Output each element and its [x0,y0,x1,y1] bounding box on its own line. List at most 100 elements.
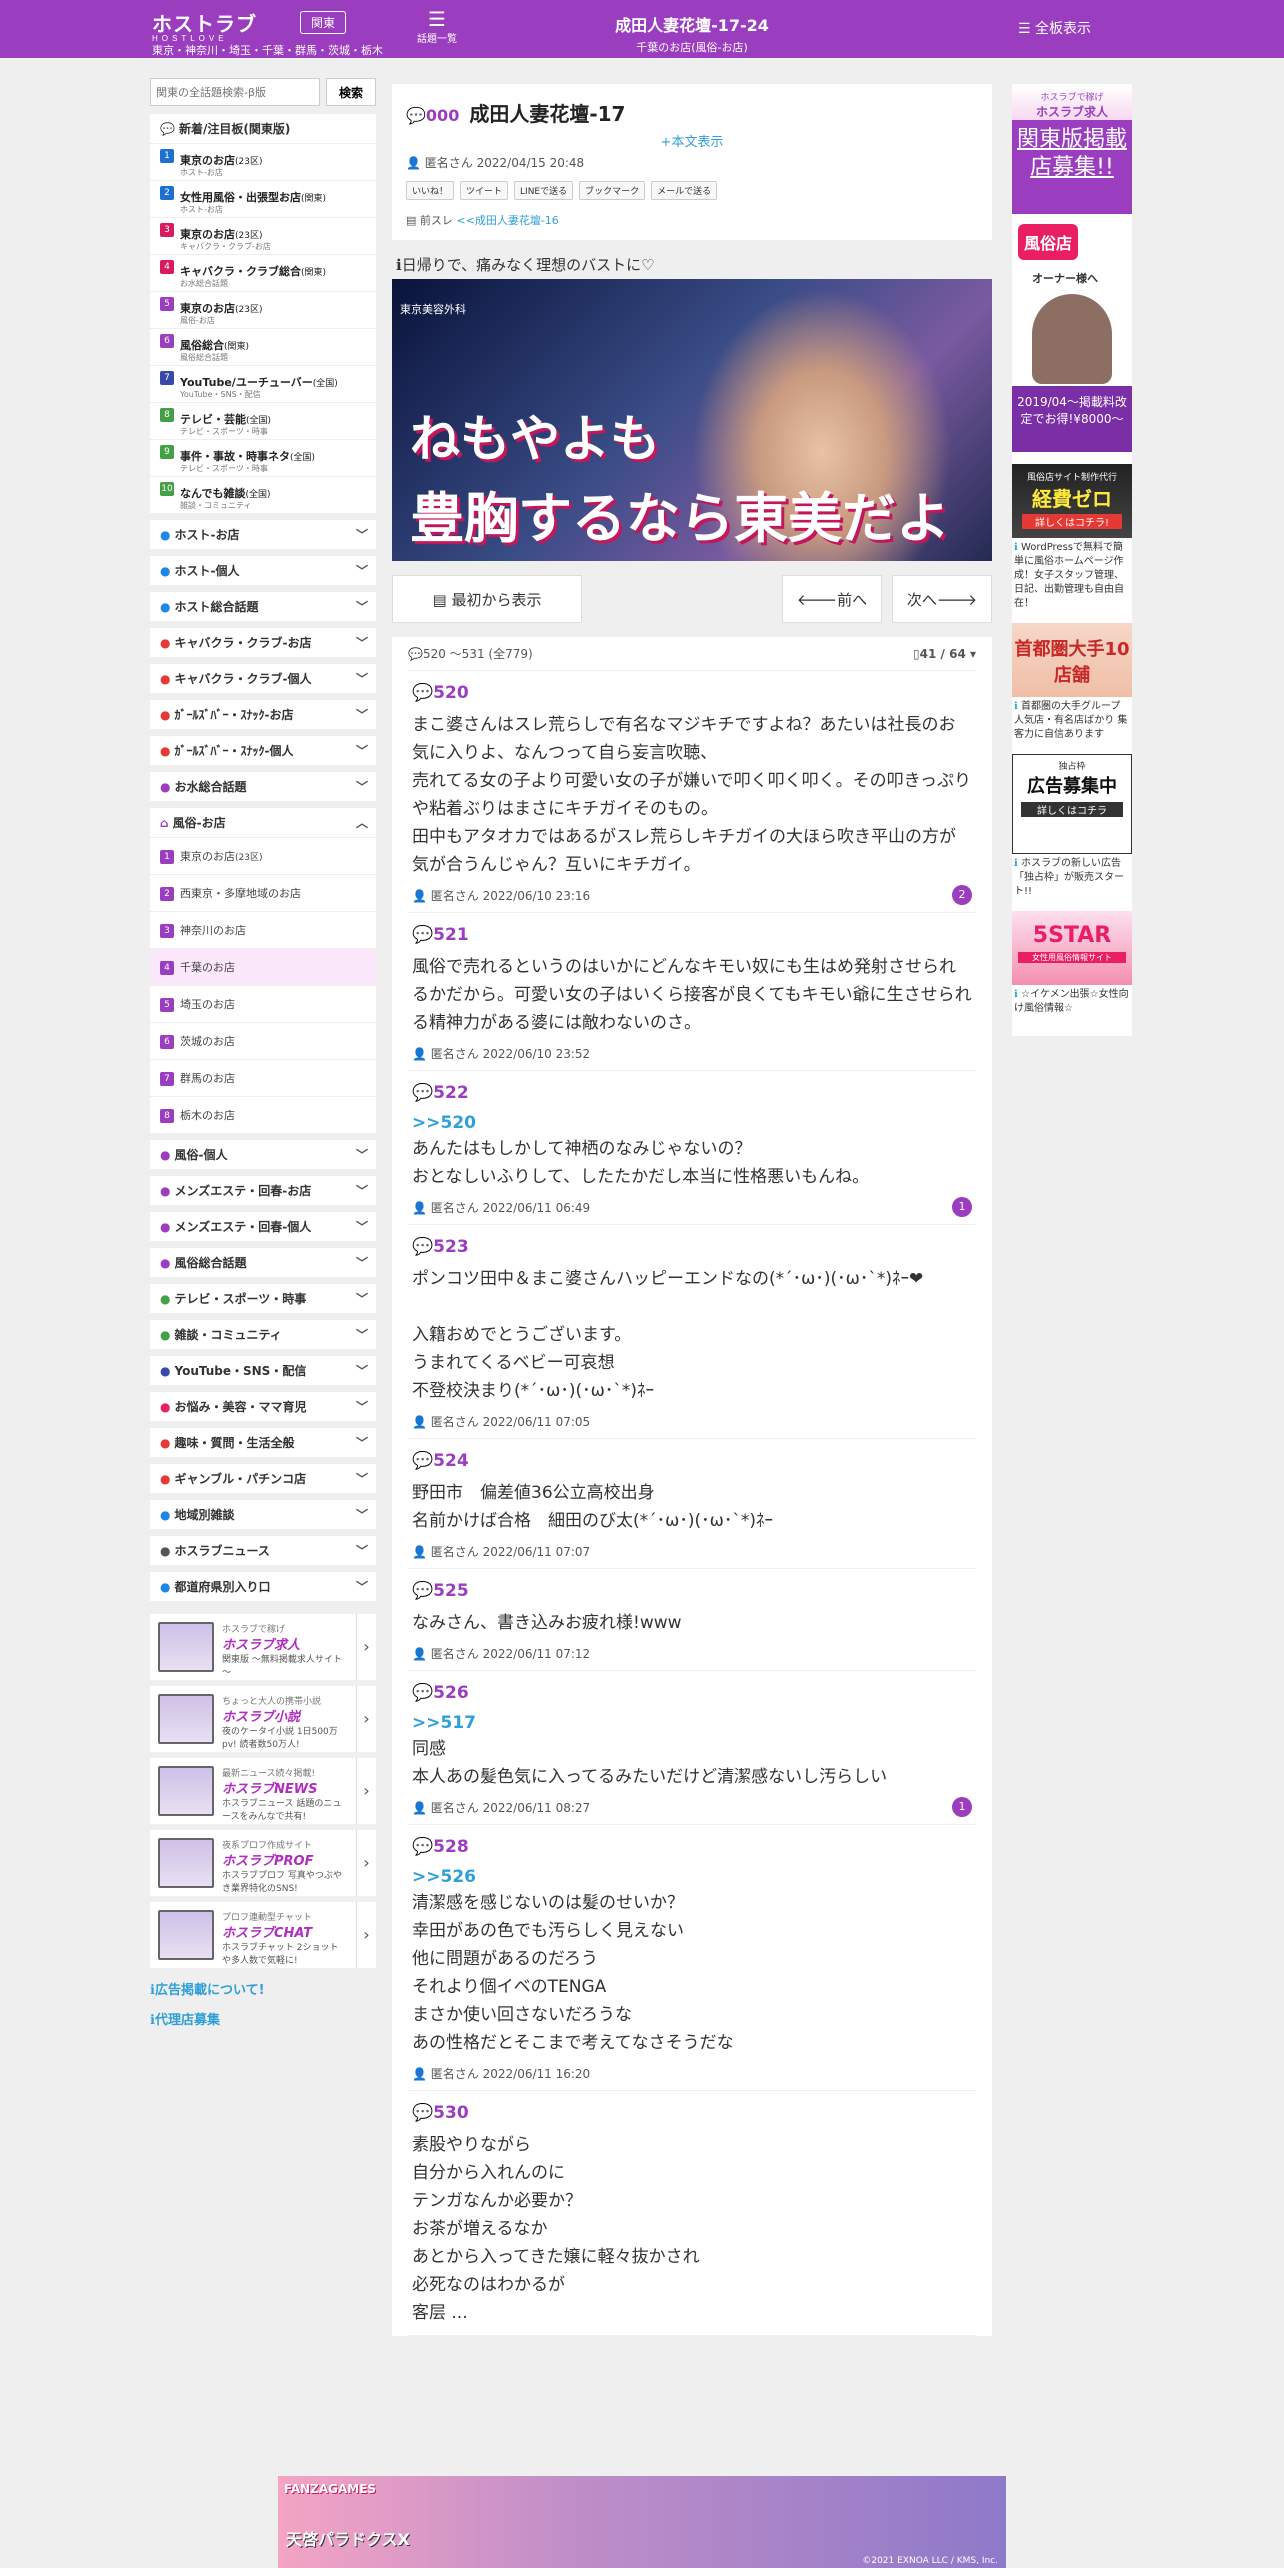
category-toggle[interactable]: ● ホスト-個人 ﹀ [150,556,376,586]
facebook-like-button[interactable]: いいね！ [406,181,455,200]
chevron-down-icon: ﹀ [355,708,368,722]
category-toggle[interactable]: ● ホスト-お店 ﹀ [150,520,376,550]
fuzoku-shop-heading[interactable]: ⌂ 風俗-お店 ︿ [150,808,376,838]
5star-ad[interactable]: 5STAR 女性用風俗情報サイト ℹ ☆イケメン出張☆女性向け風俗情報☆ [1012,911,1132,1022]
category-icon: ● [160,528,171,542]
category-toggle[interactable]: ● ホスト総合話題 ﹀ [150,592,376,622]
post-meta: 👤 匿名さん 2022/06/11 16:20 [412,2067,591,2081]
footer-game-ad[interactable]: FANZAGAMES 天啓パラドクスX ©2021 EXNOA LLC / KM… [278,2476,1006,2568]
category-toggle[interactable]: ● 都道府県別入り口 ﹀ [150,1572,376,1602]
category-toggle[interactable]: ● テレビ・スポーツ・時事 ﹀ [150,1284,376,1314]
fuzoku-board-item[interactable]: 2 西東京・多摩地域のお店 [150,875,376,912]
fuzoku-board-item[interactable]: 5 埼玉のお店 [150,986,376,1023]
new-board-item[interactable]: 1 東京のお店(23区) ホスト-お店 [150,144,376,181]
fuzoku-board-item[interactable]: 6 茨城のお店 [150,1023,376,1060]
search-input[interactable] [150,78,320,106]
new-board-item[interactable]: 9 事件・事故・時事ネタ(全国) テレビ・スポーツ・時事 [150,440,376,477]
new-board-item[interactable]: 2 女性用風俗・出張型お店(関東) ホスト-お店 [150,181,376,218]
category-toggle[interactable]: ● メンズエステ・回春-お店 ﹀ [150,1176,376,1206]
new-board-item[interactable]: 3 東京のお店(23区) キャバクラ・クラブ-お店 [150,218,376,255]
category-icon: ● [160,1256,171,1270]
next-page-button[interactable]: 次へ🡒 [892,575,992,623]
fuzoku-board-item[interactable]: 3 神奈川のお店 [150,912,376,949]
footer-link[interactable]: ℹ代理店募集 [150,2008,376,2034]
recruit-ad-title: 関東版掲載店募集!! [1012,120,1132,214]
new-board-item[interactable]: 4 キャバクラ・クラブ総合(関東) お水総合話題 [150,255,376,292]
reply-anchor-link[interactable]: >>517 [412,1713,972,1733]
line-share-button[interactable]: LINEで送る [514,181,574,200]
new-board-category: 雑談・コミュニティ [180,501,252,510]
post-number[interactable]: 💬530 [412,2103,972,2123]
category-toggle[interactable]: ● YouTube・SNS・配信 ﹀ [150,1356,376,1386]
new-board-item[interactable]: 10 なんでも雑談(全国) 雑談・コミュニティ [150,477,376,514]
service-banner[interactable]: 最新ニュース続々掲載! ホスラブNEWS ホスラブニュース 話題のニュースをみんなで… [150,1758,376,1824]
post-number[interactable]: 💬524 [412,1451,972,1471]
post-number[interactable]: 💬520 [412,683,972,703]
item-number: 7 [160,1072,174,1086]
category-toggle[interactable]: ● お水総合話題 ﹀ [150,772,376,802]
previous-thread-link[interactable]: <<成田人妻花壇-16 [456,214,558,227]
show-from-start-button[interactable]: ▤ 最初から表示 [392,575,582,623]
page-selector[interactable]: ▯41 / 64 ▾ [913,637,976,671]
mail-share-button[interactable]: メールで送る [651,181,718,200]
new-board-item[interactable]: 6 風俗総合(関東) 風俗総合話題 [150,329,376,366]
post-number[interactable]: 💬525 [412,1581,972,1601]
bookmark-button[interactable]: ブックマーク [579,181,646,200]
all-boards-button[interactable]: ☰ 全板表示 [1018,18,1091,38]
service-banner[interactable]: ちょっと大人の携帯小説 ホスラブ小説 夜のケータイ小説 1日500万pv! 読者数5… [150,1686,376,1752]
fuzoku-board-item[interactable]: 1 東京のお店(23区) [150,838,376,875]
category-toggle[interactable]: ● 風俗-個人 ﹀ [150,1140,376,1170]
post-number[interactable]: 💬521 [412,925,972,945]
group-ad[interactable]: 首都圏大手10店舗 ℹ 首都圏の大手グループ 人気店・有名店ばかり 集客力に自信… [1012,623,1132,748]
exclusive-ad[interactable]: 独占枠 広告募集中 詳しくはコチラ ℹ ホスラブの新しい広告「独占枠」が販売スタート… [1012,754,1132,905]
reply-count-badge[interactable]: 1 [952,1797,972,1817]
reply-count-badge[interactable]: 2 [952,885,972,905]
service-banner[interactable]: プロフ連動型チャット ホスラブCHAT ホスラブチャット 2ショットや多人数で気軽に… [150,1902,376,1968]
arrow-left-icon: 🡐 [796,591,838,609]
item-number: 3 [160,223,174,237]
category-toggle[interactable]: ● ホスラブニュース ﹀ [150,1536,376,1566]
tweet-button[interactable]: ツイート [460,181,509,200]
reply-anchor-link[interactable]: >>526 [412,1867,972,1887]
fuzoku-board-item[interactable]: 8 栃木のお店 [150,1097,376,1134]
category-toggle[interactable]: ● キャバクラ・クラブ-個人 ﹀ [150,664,376,694]
category-toggle[interactable]: ● お悩み・美容・ママ育児 ﹀ [150,1392,376,1422]
hp-ad[interactable]: 風俗店サイト制作代行 経費ゼロ 詳しくはコチラ! ℹ WordPressで無料で簡単… [1012,464,1132,617]
service-banner[interactable]: 夜系プロフ作成サイト ホスラブPROF ホスラブプロフ 写真やつぶやき業界特化のSN… [150,1830,376,1896]
topics-button[interactable]: ☰ 話題一覧 [412,8,462,45]
reply-count-badge[interactable]: 1 [952,1197,972,1217]
search-button[interactable]: 検索 [326,78,376,106]
category-toggle[interactable]: ● 風俗総合話題 ﹀ [150,1248,376,1278]
new-board-item[interactable]: 8 テレビ・芸能(全国) テレビ・スポーツ・時事 [150,403,376,440]
category-toggle[interactable]: ● 地域別雑談 ﹀ [150,1500,376,1530]
category-toggle[interactable]: ● ギャンブル・パチンコ店 ﹀ [150,1464,376,1494]
post-number[interactable]: 💬528 [412,1837,972,1857]
reply-anchor-link[interactable]: >>520 [412,1113,972,1133]
category-toggle[interactable]: ● 雑談・コミュニティ ﹀ [150,1320,376,1350]
new-board-item[interactable]: 7 YouTube/ユーチューバー(全国) YouTube・SNS・配信 [150,366,376,403]
category-toggle[interactable]: ● キャバクラ・クラブ-お店 ﹀ [150,628,376,658]
clinic-ad-banner[interactable]: 東京美容外科 ねもやよも 豊胸するなら東美だよ [392,279,992,561]
area-button[interactable]: 関東 [300,11,347,34]
post: 💬530 素股やりながら 自分から入れんのに テンガなんか必要か？ お茶が増えるな… [408,2091,976,2336]
category-toggle[interactable]: ● 趣味・質問・生活全般 ﹀ [150,1428,376,1458]
footer-link[interactable]: ℹ広告掲載について! [150,1978,376,2004]
computer-icon [158,1694,214,1744]
post-number[interactable]: 💬526 [412,1683,972,1703]
category-toggle[interactable]: ● ｶﾞｰﾙｽﾞﾊﾞｰ・ｽﾅｯｸ-個人 ﹀ [150,736,376,766]
new-board-item[interactable]: 5 東京のお店(23区) 風俗-お店 [150,292,376,329]
category-label: ホスト総合話題 [174,600,259,614]
post-number[interactable]: 💬523 [412,1237,972,1257]
computer-icon [158,1910,214,1960]
service-banner[interactable]: ホスラブで稼げ ホスラブ求人 関東版 ～無料掲載求人サイト～ › [150,1614,376,1680]
prev-page-button[interactable]: 🡐前へ [782,575,882,623]
fuzoku-board-item[interactable]: 7 群馬のお店 [150,1060,376,1097]
show-body-link[interactable]: +本文表示 [406,131,978,150]
post-number[interactable]: 💬522 [412,1083,972,1103]
site-logo[interactable]: ホストラブ HOSTLOVE [152,8,257,43]
category-toggle[interactable]: ● メンズエステ・回春-個人 ﹀ [150,1212,376,1242]
recruit-ad[interactable]: ホスラブで稼げ ホスラブ求人 関東版掲載店募集!! 風俗店 オーナー様へ 2019… [1012,86,1132,458]
fuzoku-board-item[interactable]: 4 千葉のお店 [150,949,376,986]
category-toggle[interactable]: ● ｶﾞｰﾙｽﾞﾊﾞｰ・ｽﾅｯｸ-お店 ﹀ [150,700,376,730]
item-number: 1 [160,149,174,163]
